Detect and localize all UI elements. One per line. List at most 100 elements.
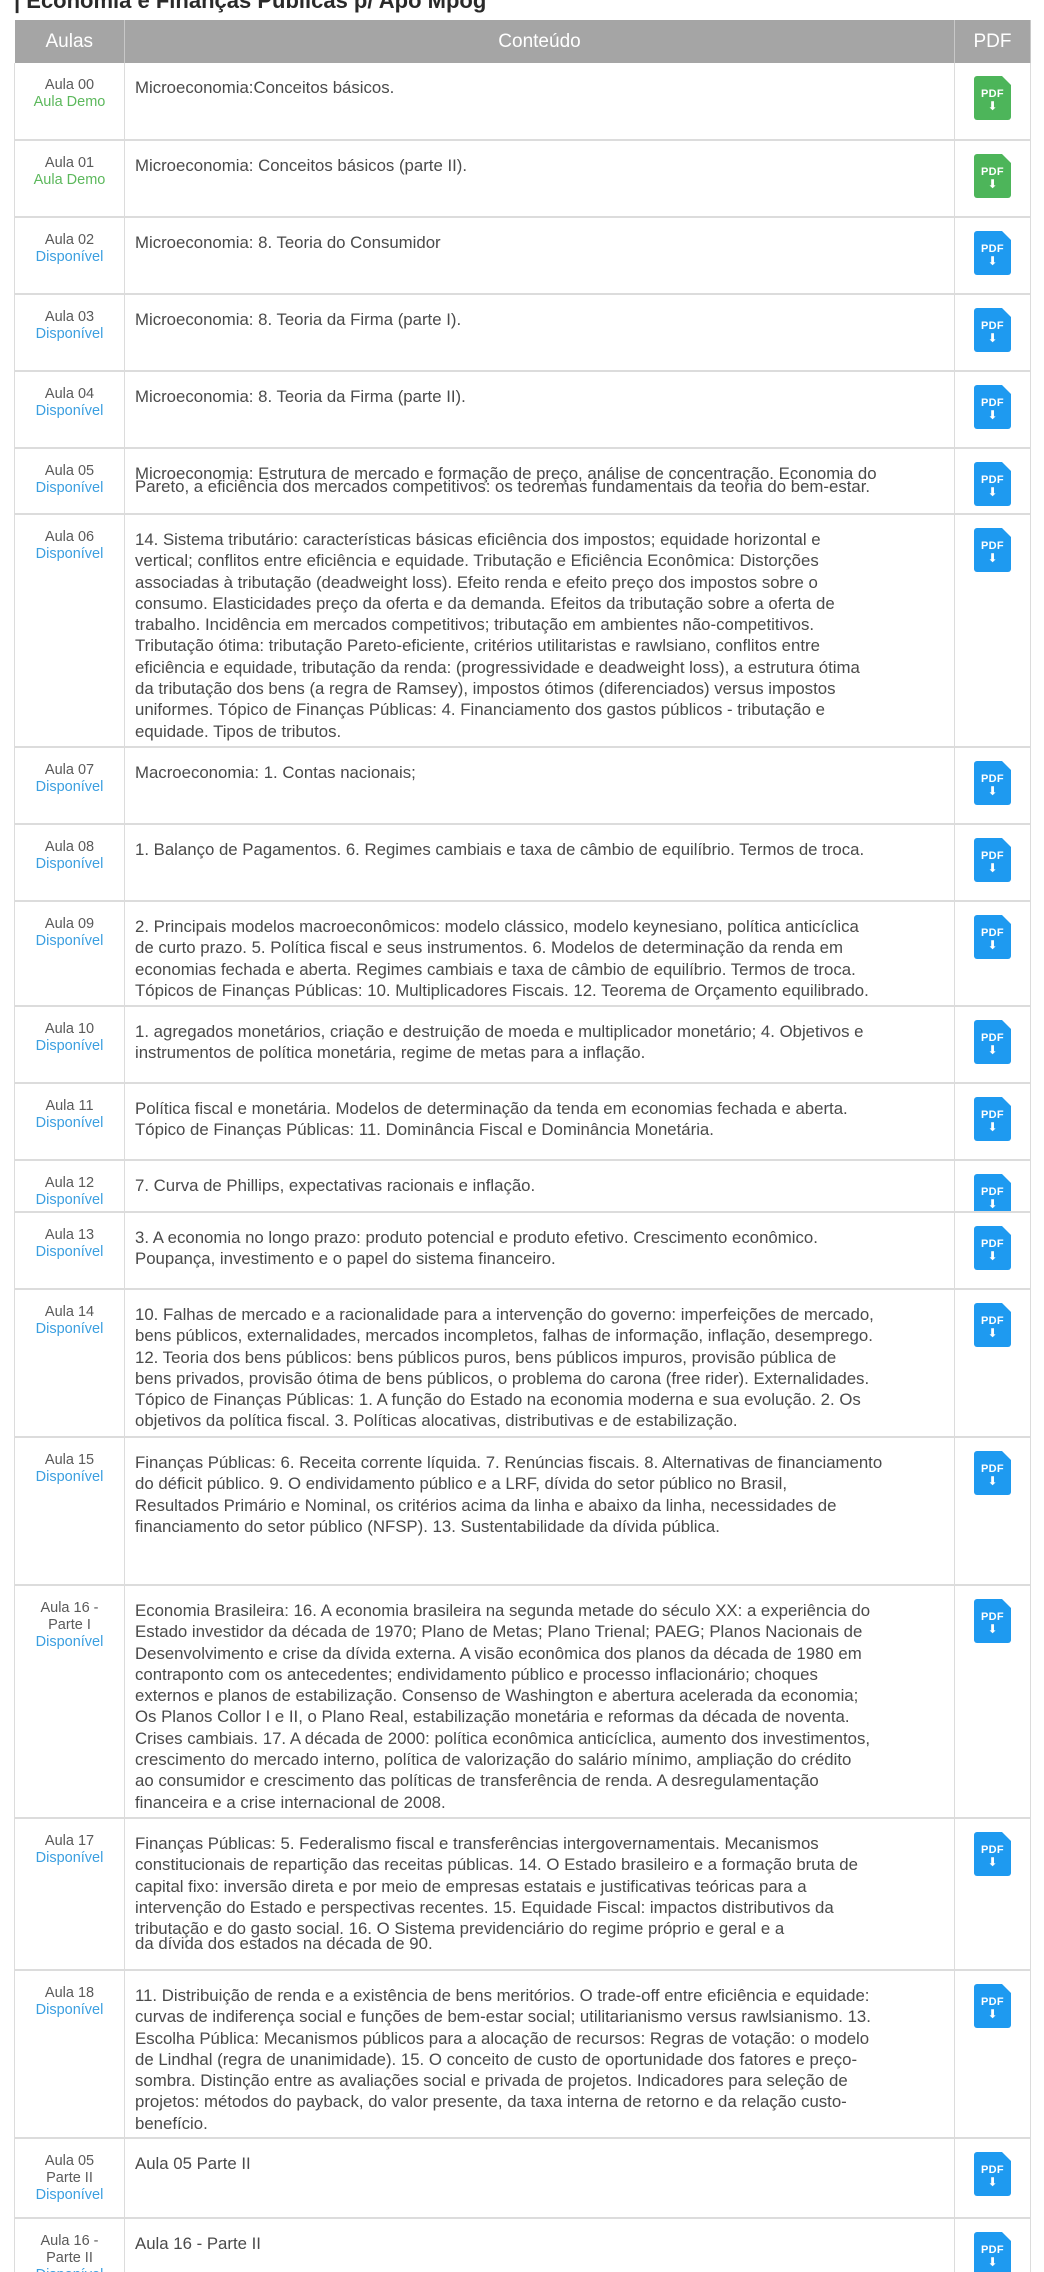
available-status-link[interactable]: Disponível bbox=[15, 249, 124, 266]
lesson-content: 1. Balanço de Pagamentos. 6. Regimes cam… bbox=[125, 825, 954, 900]
table-row: Aula 07 Disponível Macroeconomia: 1. Conta… bbox=[14, 747, 1031, 825]
available-status-link[interactable]: Disponível bbox=[15, 856, 124, 873]
pdf-download-icon[interactable]: PDF ⬇ bbox=[974, 528, 1011, 572]
available-status-link[interactable]: Disponível bbox=[15, 480, 124, 497]
available-status-link[interactable]: Disponível bbox=[15, 1244, 124, 1261]
pdf-cell: PDF ⬇ bbox=[954, 1006, 1031, 1084]
pdf-download-icon[interactable]: PDF ⬇ bbox=[974, 154, 1011, 198]
available-status-link[interactable]: Disponível bbox=[15, 933, 124, 950]
content-line: 7. Curva de Phillips, expectativas racio… bbox=[135, 1176, 536, 1195]
pdf-download-icon[interactable]: PDF ⬇ bbox=[974, 1451, 1011, 1495]
lesson-content: 3. A economia no longo prazo: produto po… bbox=[125, 1213, 954, 1288]
available-status-link[interactable]: Disponível bbox=[15, 2267, 124, 2272]
pdf-download-icon[interactable]: PDF ⬇ bbox=[974, 1303, 1011, 1347]
content-line: Aula 16 - Parte II bbox=[135, 2234, 261, 2253]
available-status-link[interactable]: Disponível bbox=[15, 1192, 124, 1209]
pdf-download-icon[interactable]: PDF ⬇ bbox=[974, 2232, 1011, 2272]
pdf-download-icon[interactable]: PDF ⬇ bbox=[974, 838, 1011, 882]
content-line: Microeconomia: 8. Teoria do Consumidor bbox=[135, 233, 441, 252]
download-arrow-icon: ⬇ bbox=[987, 1197, 998, 1211]
content-line: 2. Principais modelos macroeconômicos: m… bbox=[135, 917, 859, 936]
pdf-download-icon[interactable]: PDF ⬇ bbox=[974, 231, 1011, 275]
table-row: Aula 15 Disponível Finanças Públicas: 6. R… bbox=[14, 1437, 1031, 1586]
table-row: Aula 01 Aula Demo Microeconomia: Conceitos… bbox=[14, 140, 1031, 218]
pdf-download-icon[interactable]: PDF ⬇ bbox=[974, 1226, 1011, 1270]
pdf-download-icon[interactable]: PDF ⬇ bbox=[974, 385, 1011, 429]
content-line: eficiência e equidade, tributação da ren… bbox=[135, 657, 860, 677]
table-row: Aula 02 Disponível Microeconomia: 8. Teori… bbox=[14, 217, 1031, 295]
download-arrow-icon: ⬇ bbox=[987, 254, 998, 268]
available-status-link[interactable]: Disponível bbox=[15, 779, 124, 796]
pdf-cell-inner: PDF ⬇ bbox=[955, 1586, 1030, 1817]
aula-demo-link[interactable]: Aula Demo bbox=[15, 94, 124, 111]
content-cell: 11. Distribuição de renda e a existência… bbox=[124, 1970, 955, 2139]
lesson-content: Economia Brasileira: 16. A economia bras… bbox=[125, 1586, 954, 1817]
aula-cell: Aula 11 Disponível bbox=[14, 1083, 125, 1161]
available-status-link[interactable]: Disponível bbox=[15, 1469, 124, 1486]
pdf-download-icon[interactable]: PDF ⬇ bbox=[974, 1832, 1011, 1876]
aula-info: Aula 11 Disponível bbox=[15, 1084, 124, 1159]
pdf-cell: PDF ⬇ bbox=[954, 1970, 1031, 2139]
available-status-link[interactable]: Disponível bbox=[15, 2002, 124, 2019]
pdf-cell: PDF ⬇ bbox=[954, 1585, 1031, 1819]
pdf-download-icon[interactable]: PDF ⬇ bbox=[974, 1020, 1011, 1064]
content-line: uniformes. Tópico de Finanças Públicas: … bbox=[135, 700, 825, 720]
lesson-content: Microeconomia: 8. Teoria da Firma (parte… bbox=[125, 295, 954, 370]
pdf-cell: PDF ⬇ bbox=[954, 747, 1031, 825]
pdf-download-icon[interactable]: PDF ⬇ bbox=[974, 2152, 1011, 2196]
pdf-download-icon[interactable]: PDF ⬇ bbox=[974, 761, 1011, 805]
pdf-download-icon[interactable]: PDF ⬇ bbox=[974, 1984, 1011, 2028]
download-arrow-icon: ⬇ bbox=[987, 551, 998, 565]
available-status-link[interactable]: Disponível bbox=[15, 326, 124, 343]
aula-name: Aula 04 bbox=[44, 386, 95, 402]
available-status-link[interactable]: Disponível bbox=[15, 2187, 124, 2204]
aula-cell: Aula 16 - Parte IIDisponível bbox=[14, 2218, 125, 2272]
download-arrow-icon: ⬇ bbox=[987, 1249, 998, 1263]
available-status-link[interactable]: Disponível bbox=[15, 546, 124, 563]
pdf-download-icon[interactable]: PDF ⬇ bbox=[974, 1599, 1011, 1643]
aula-cell: Aula 18 Disponível bbox=[14, 1970, 125, 2139]
pdf-download-icon[interactable]: PDF ⬇ bbox=[974, 1174, 1011, 1211]
pdf-download-icon[interactable]: PDF ⬇ bbox=[974, 308, 1011, 352]
pdf-download-icon[interactable]: PDF ⬇ bbox=[974, 76, 1011, 120]
pdf-cell: PDF ⬇ bbox=[954, 901, 1031, 1007]
content-line: consumo. Elasticidades preço da oferta e… bbox=[135, 593, 835, 613]
available-status-link[interactable]: Disponível bbox=[15, 1850, 124, 1867]
available-status-link[interactable]: Disponível bbox=[15, 1038, 124, 1055]
content-line: Pareto, a eficiência dos mercados compet… bbox=[135, 477, 871, 497]
table-row: Aula 16 - Parte I Disponível Economia Bras… bbox=[14, 1585, 1031, 1819]
content-line: Aula 05 Parte II bbox=[135, 2154, 251, 2173]
table-row: Aula 03 Disponível Microeconomia: 8. Teori… bbox=[14, 294, 1031, 372]
pdf-cell: PDF ⬇ bbox=[954, 1160, 1031, 1213]
content-line: 12. Teoria dos bens públicos: bens públi… bbox=[135, 1347, 837, 1367]
content-line: constitucionais de repartição das receit… bbox=[135, 1855, 858, 1875]
table-row: Aula 00 Aula Demo Microeconomia:Conceitos … bbox=[14, 63, 1031, 141]
aula-demo-link[interactable]: Aula Demo bbox=[15, 172, 124, 189]
aula-info: Aula 00 Aula Demo bbox=[15, 63, 124, 138]
content-line: ao consumidor e crescimento das política… bbox=[135, 1771, 819, 1791]
download-arrow-icon: ⬇ bbox=[987, 1622, 998, 1636]
content-line: bens públicos, externalidades, mercados … bbox=[135, 1326, 873, 1346]
table-row: Aula 14 Disponível 10. Falhas de mercado e… bbox=[14, 1289, 1031, 1438]
content-line: Tópico de Finanças Públicas: 1. A função… bbox=[135, 1390, 861, 1410]
table-row: Aula 10 Disponível 1. agregados monetários… bbox=[14, 1006, 1031, 1084]
header-pdf: PDF bbox=[954, 20, 1031, 63]
course-title: | Economia e Finanças Públicas p/ Apo Mp… bbox=[14, 0, 487, 13]
lesson-content: Microeconomia: Conceitos básicos (parte … bbox=[125, 141, 954, 216]
download-arrow-icon: ⬇ bbox=[987, 1474, 998, 1488]
available-status-link[interactable]: Disponível bbox=[15, 403, 124, 420]
content-line: Desenvolvimento e crise da dívida extern… bbox=[135, 1643, 862, 1663]
available-status-link[interactable]: Disponível bbox=[15, 1634, 124, 1651]
pdf-cell: PDF ⬇ bbox=[954, 371, 1031, 449]
available-status-link[interactable]: Disponível bbox=[15, 1115, 124, 1132]
table-row: Aula 06 Disponível 14. Sistema tributário:… bbox=[14, 514, 1031, 748]
aula-name: Aula 14 bbox=[44, 1304, 95, 1320]
pdf-cell: PDF ⬇ bbox=[954, 1212, 1031, 1290]
aula-name: Aula 15 bbox=[44, 1452, 95, 1468]
pdf-download-icon[interactable]: PDF ⬇ bbox=[974, 462, 1011, 506]
pdf-download-icon[interactable]: PDF ⬇ bbox=[974, 915, 1011, 959]
content-line: capital fixo: inversão direta e por meio… bbox=[135, 1876, 807, 1896]
pdf-download-icon[interactable]: PDF ⬇ bbox=[974, 1097, 1011, 1141]
aula-cell: Aula 12 Disponível bbox=[14, 1160, 125, 1213]
available-status-link[interactable]: Disponível bbox=[15, 1321, 124, 1338]
